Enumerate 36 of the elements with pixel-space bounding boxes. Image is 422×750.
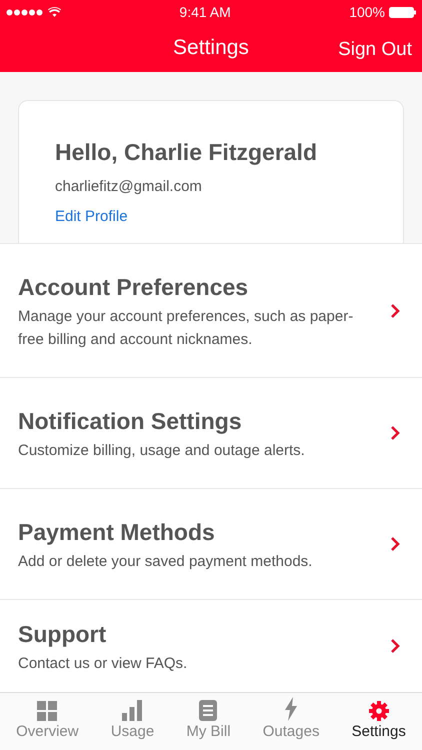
row-title: Payment Methods <box>18 518 216 547</box>
tab-button[interactable]: Settings <box>352 693 406 744</box>
row-title: Account Preferences <box>18 272 250 302</box>
chevron-right-icon <box>390 302 400 318</box>
email-text: charliefitz@gmail.com <box>55 176 203 196</box>
battery-icon <box>389 6 416 18</box>
edit-profile-link[interactable]: Edit Profile <box>55 206 128 228</box>
sign-out-link[interactable]: Sign Out <box>338 36 412 64</box>
settings-row[interactable]: Payment Methods Add or delete your saved payment methods. <box>0 488 422 599</box>
settings-row[interactable]: Account Preferences Manage your account preferences, such as paper-free billing and account nicknames. <box>0 243 422 377</box>
settings-row[interactable]: Notification Settings Customize billing, usage and outage alerts. <box>0 377 422 488</box>
chevron-right-icon <box>390 536 400 552</box>
signal-icon <box>6 8 44 16</box>
row-title: Notification Settings <box>18 406 243 436</box>
grid-icon <box>37 701 58 721</box>
screen-title: Settings <box>173 35 249 62</box>
tab-button[interactable]: Outages <box>262 693 320 744</box>
lightning-icon <box>284 697 298 721</box>
chevron-right-icon <box>390 425 400 441</box>
bar-chart-icon <box>122 700 142 721</box>
settings-icon <box>368 701 389 721</box>
settings-row[interactable]: Support Contact us or view FAQs. <box>0 599 422 692</box>
document-icon <box>199 700 218 721</box>
row-description: Add or delete your saved payment methods. <box>18 552 314 572</box>
tab-button[interactable]: My Bill <box>186 693 231 744</box>
tab-button[interactable]: Usage <box>110 693 154 744</box>
row-title: Support <box>18 620 108 649</box>
row-description: Contact us or view FAQs. <box>18 654 188 674</box>
wifi-icon <box>48 7 61 17</box>
battery-percent: 100% <box>349 2 385 22</box>
row-description: Manage your account preferences, such as paper-free billing and account nicknames. <box>18 307 354 350</box>
row-description: Customize billing, usage and outage alerts. <box>18 441 306 461</box>
greeting-text: Hello, Charlie Fitzgerald <box>55 138 318 167</box>
status-time: 9:41 AM <box>179 2 231 22</box>
tab-button[interactable]: Overview <box>16 693 79 744</box>
chevron-right-icon <box>390 638 400 654</box>
